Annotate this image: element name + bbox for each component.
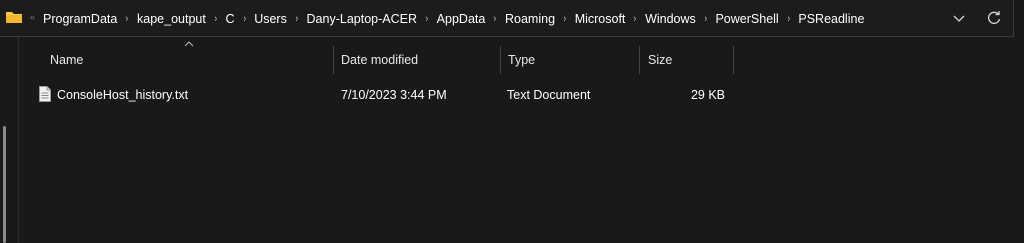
scrollbar-thumb[interactable] bbox=[3, 126, 6, 243]
text-file-icon bbox=[39, 86, 51, 102]
refresh-icon[interactable] bbox=[985, 9, 1003, 27]
column-header-name[interactable]: Name bbox=[40, 46, 333, 74]
breadcrumb: ProgramData › kape_output › C › Users › … bbox=[43, 0, 864, 37]
breadcrumb-separator-icon[interactable]: › bbox=[564, 13, 567, 25]
breadcrumb-programdata[interactable]: ProgramData bbox=[43, 12, 117, 26]
breadcrumb-separator-icon[interactable]: › bbox=[295, 13, 298, 25]
breadcrumb-c[interactable]: C bbox=[226, 12, 235, 26]
folder-icon bbox=[6, 12, 22, 23]
chevron-down-icon[interactable] bbox=[950, 9, 968, 27]
breadcrumb-kape-output[interactable]: kape_output bbox=[137, 12, 206, 26]
breadcrumb-separator-icon[interactable]: › bbox=[704, 13, 707, 25]
breadcrumb-separator-icon[interactable]: › bbox=[214, 13, 217, 25]
breadcrumb-separator-icon[interactable]: › bbox=[634, 13, 637, 25]
column-header-date-modified[interactable]: Date modified bbox=[331, 46, 500, 74]
file-date-modified: 7/10/2023 3:44 PM bbox=[341, 88, 447, 102]
address-bar[interactable]: « ProgramData › kape_output › C › Users … bbox=[0, 0, 1014, 37]
column-header-type[interactable]: Type bbox=[498, 46, 639, 74]
file-row[interactable]: ConsoleHost_history.txt 7/10/2023 3:44 P… bbox=[36, 84, 736, 106]
pane-divider[interactable] bbox=[18, 37, 19, 243]
column-divider[interactable] bbox=[733, 46, 734, 74]
breadcrumb-separator-icon[interactable]: › bbox=[787, 13, 790, 25]
breadcrumb-appdata[interactable]: AppData bbox=[437, 12, 486, 26]
breadcrumb-dany-laptop-acer[interactable]: Dany-Laptop-ACER bbox=[307, 12, 417, 26]
file-size: 29 KB bbox=[690, 88, 725, 102]
breadcrumb-overflow-icon[interactable]: « bbox=[30, 12, 35, 22]
column-header-size[interactable]: Size bbox=[638, 46, 734, 74]
breadcrumb-separator-icon[interactable]: › bbox=[494, 13, 497, 25]
breadcrumb-separator-icon[interactable]: › bbox=[126, 13, 129, 25]
breadcrumb-powershell[interactable]: PowerShell bbox=[715, 12, 778, 26]
file-type: Text Document bbox=[507, 88, 591, 102]
breadcrumb-roaming[interactable]: Roaming bbox=[505, 12, 555, 26]
breadcrumb-psreadline[interactable]: PSReadline bbox=[798, 12, 864, 26]
breadcrumb-users[interactable]: Users bbox=[254, 12, 287, 26]
file-name[interactable]: ConsoleHost_history.txt bbox=[57, 84, 188, 106]
breadcrumb-separator-icon[interactable]: › bbox=[243, 13, 246, 25]
breadcrumb-separator-icon[interactable]: › bbox=[426, 13, 429, 25]
breadcrumb-microsoft[interactable]: Microsoft bbox=[575, 12, 626, 26]
breadcrumb-windows[interactable]: Windows bbox=[645, 12, 696, 26]
